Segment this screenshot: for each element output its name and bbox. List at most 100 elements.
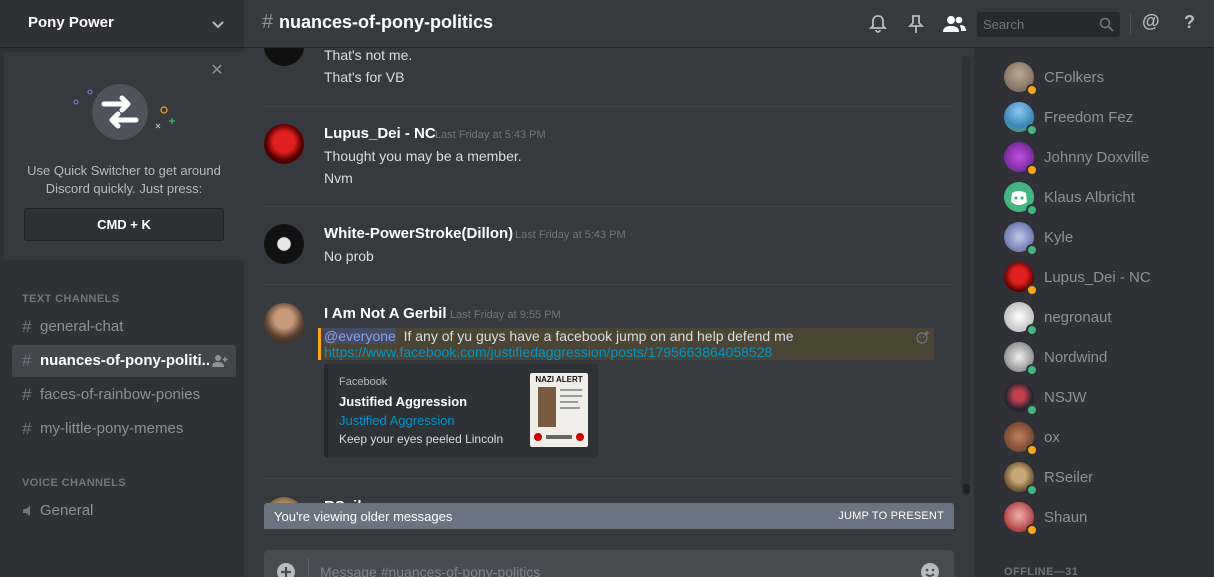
message-divider [264, 478, 954, 479]
embed-thumbnail[interactable]: NAZI ALERT [530, 373, 588, 447]
member-name: Nordwind [1044, 349, 1108, 366]
status-online-indicator [1026, 124, 1038, 136]
channel-nuances-of-pony-politics[interactable]: # nuances-of-pony-politi... [12, 345, 236, 377]
mentions-icon[interactable]: @ [1142, 11, 1160, 32]
add-user-icon[interactable] [212, 354, 228, 368]
help-icon[interactable]: ? [1184, 12, 1195, 33]
member-list: CFolkers Freedom Fez Johnny Doxville Kla… [974, 48, 1214, 577]
member-item[interactable]: Freedom Fez [982, 98, 1206, 138]
member-name: Johnny Doxville [1044, 149, 1150, 166]
avatar[interactable] [264, 48, 304, 66]
toolbar-divider [1130, 14, 1131, 34]
status-idle-indicator [1026, 164, 1038, 176]
hash-icon: # [22, 419, 32, 438]
message-scrollbar-track[interactable] [962, 56, 970, 496]
older-messages-text: You're viewing older messages [274, 509, 453, 524]
member-item[interactable]: CFolkers [982, 58, 1206, 98]
channel-label: general-chat [40, 318, 124, 335]
avatar[interactable] [264, 124, 304, 164]
avatar[interactable] [264, 303, 304, 343]
message-line: That's for VB [324, 69, 405, 85]
add-reaction-icon[interactable] [916, 330, 930, 344]
message-line: Nvm [324, 170, 353, 186]
channel-header: # nuances-of-pony-politics @ ? [244, 0, 1214, 48]
emoji-icon[interactable] [920, 562, 940, 577]
category-voice-channels[interactable]: VOICE CHANNELS [22, 477, 126, 489]
search-box[interactable] [977, 12, 1120, 37]
pin-icon[interactable] [906, 14, 926, 34]
quick-switcher-shortcut-button[interactable]: CMD + K [24, 208, 224, 241]
member-name: RSeiler [1044, 469, 1094, 486]
member-name: ox [1044, 429, 1060, 446]
embed-title[interactable]: Justified Aggression [339, 394, 467, 409]
channel-my-little-pony-memes[interactable]: # my-little-pony-memes [12, 413, 236, 445]
link-embed: Facebook Justified Aggression Justified … [324, 364, 598, 458]
channel-label: General [40, 502, 94, 519]
message-input[interactable] [320, 562, 900, 577]
message-username[interactable]: I Am Not A Gerbil [324, 305, 447, 322]
chevron-down-icon[interactable] [210, 16, 226, 32]
member-name: Shaun [1044, 509, 1088, 526]
members-icon[interactable] [942, 14, 966, 34]
member-item[interactable]: Lupus_Dei - NC [982, 258, 1206, 298]
status-idle-indicator [1026, 444, 1038, 456]
member-item[interactable]: Johnny Doxville [982, 138, 1206, 178]
status-online-indicator [1026, 324, 1038, 336]
status-idle-indicator [1026, 84, 1038, 96]
member-item[interactable]: Klaus Albricht [982, 178, 1206, 218]
message-username[interactable]: White-PowerStroke(Dillon) [324, 225, 513, 242]
member-item[interactable]: ox [982, 418, 1206, 458]
search-input[interactable] [983, 16, 1093, 33]
member-item[interactable]: NSJW [982, 378, 1206, 418]
hash-icon: # [262, 11, 274, 33]
avatar[interactable] [264, 224, 304, 264]
channel-title: nuances-of-pony-politics [279, 12, 494, 32]
member-item[interactable]: RSeiler [982, 458, 1206, 498]
member-name: Kyle [1044, 229, 1074, 246]
composer-divider [308, 558, 309, 577]
message-composer [264, 550, 954, 577]
channel-faces-of-rainbow-ponies[interactable]: # faces-of-rainbow-ponies [12, 379, 236, 411]
status-idle-indicator [1026, 284, 1038, 296]
upload-plus-icon[interactable] [276, 562, 296, 577]
bell-icon[interactable] [868, 14, 888, 34]
message-line: No prob [324, 248, 374, 264]
status-online-indicator [1026, 404, 1038, 416]
server-header[interactable]: Pony Power [0, 0, 244, 48]
member-name: NSJW [1044, 389, 1087, 406]
close-icon[interactable]: ✕ [210, 63, 224, 79]
message-line: @everyone If any of yu guys have a faceb… [324, 328, 794, 344]
embed-description: Keep your eyes peeled Lincoln [339, 432, 504, 446]
quick-switcher-tip: ✕ Use Quick Switcher to get around Disco… [4, 52, 244, 260]
offline-category-label: OFFLINE—31 [1004, 566, 1079, 577]
message-username[interactable]: Lupus_Dei - NC [324, 125, 436, 142]
voice-channel-general[interactable]: General [12, 495, 236, 527]
message-scrollbar-thumb[interactable] [963, 484, 970, 494]
swap-arrows-icon [73, 84, 175, 140]
quick-switcher-text: Use Quick Switcher to get around Discord… [18, 162, 230, 198]
channel-label: nuances-of-pony-politi... [40, 352, 210, 369]
channel-label: faces-of-rainbow-ponies [40, 386, 201, 403]
quick-switcher-line-1: Use Quick Switcher to get around [27, 163, 221, 178]
status-online-indicator [1026, 204, 1038, 216]
status-online-indicator [1026, 364, 1038, 376]
hash-icon: # [22, 351, 32, 370]
message-line: That's not me. [324, 48, 413, 63]
mention-everyone[interactable]: @everyone [324, 328, 396, 344]
hash-icon: # [22, 385, 32, 404]
member-item[interactable]: Kyle [982, 218, 1206, 258]
message-link[interactable]: https://www.facebook.com/justifiedaggres… [324, 344, 772, 360]
member-item[interactable]: Shaun [982, 498, 1206, 538]
member-name: Klaus Albricht [1044, 189, 1135, 206]
status-online-indicator [1026, 484, 1038, 496]
message-divider [264, 206, 954, 207]
member-item[interactable]: negronaut [982, 298, 1206, 338]
channel-general-chat[interactable]: # general-chat [12, 311, 236, 343]
jump-to-present-button[interactable]: JUMP TO PRESENT [838, 510, 944, 522]
member-item[interactable]: Nordwind [982, 338, 1206, 378]
category-text-channels[interactable]: TEXT CHANNELS [22, 293, 119, 305]
member-name: CFolkers [1044, 69, 1105, 86]
embed-author[interactable]: Justified Aggression [339, 413, 455, 428]
search-icon[interactable] [1099, 17, 1114, 32]
speaker-icon [23, 506, 30, 516]
